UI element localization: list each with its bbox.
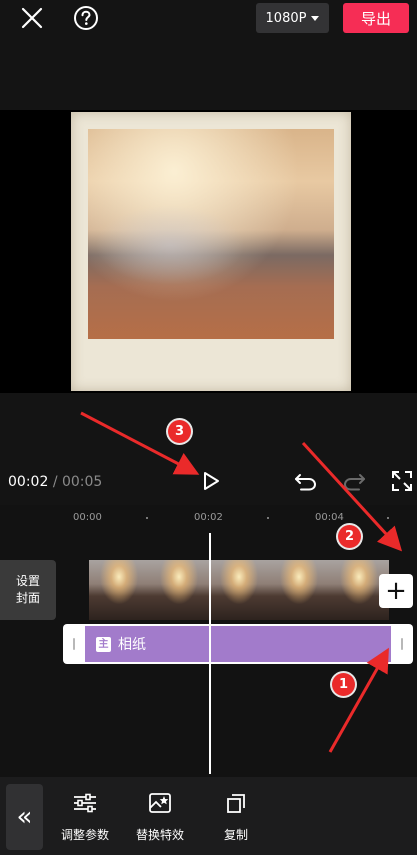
annotation-marker-2: 2 [338, 525, 361, 548]
video-clip-frame[interactable] [89, 560, 149, 620]
effect-badge-icon: 主 [96, 636, 111, 652]
set-cover-button[interactable]: 设置 封面 [0, 560, 56, 620]
effect-clip[interactable]: 主 相纸 [85, 626, 391, 662]
sliders-icon [73, 792, 97, 818]
help-icon[interactable] [73, 5, 99, 31]
playhead[interactable] [209, 533, 211, 774]
video-clip-frame[interactable] [149, 560, 209, 620]
annotation-marker-1: 1 [332, 673, 355, 696]
fullscreen-icon[interactable] [391, 470, 413, 492]
replace-effect-label: 替换特效 [135, 828, 184, 842]
caret-down-icon [311, 15, 320, 21]
ruler-dot [146, 517, 148, 519]
ruler-tick-label: 00:02 [194, 512, 223, 523]
video-clip-frame[interactable] [269, 560, 329, 620]
current-time: 00:02 [8, 474, 49, 490]
resolution-label: 1080P [265, 10, 307, 26]
copy-icon [225, 792, 247, 818]
undo-icon[interactable] [294, 470, 318, 492]
resolution-dropdown[interactable]: 1080P [256, 3, 329, 33]
add-clip-button[interactable]: + [379, 574, 413, 608]
time-separator: / [52, 474, 58, 490]
ruler-dot [267, 517, 269, 519]
adjust-params-label: 调整参数 [60, 828, 109, 842]
replace-effect-button[interactable]: 替换特效 [125, 792, 195, 843]
ruler-dot [387, 517, 389, 519]
adjust-params-button[interactable]: 调整参数 [50, 792, 120, 843]
video-clip-frame[interactable] [209, 560, 269, 620]
ruler-tick-label: 00:00 [73, 512, 102, 523]
close-icon[interactable] [20, 6, 44, 30]
export-button[interactable]: 导出 [343, 3, 409, 33]
play-icon[interactable] [200, 470, 222, 492]
set-cover-label-line2: 封面 [15, 591, 40, 605]
ruler-tick-label: 00:04 [315, 512, 344, 523]
effect-name: 相纸 [118, 637, 146, 653]
trim-handle-right[interactable] [401, 638, 403, 650]
redo-icon[interactable] [342, 470, 366, 492]
annotation-marker-3: 3 [168, 420, 191, 443]
total-time: 00:05 [61, 474, 103, 490]
photo-texture [95, 205, 245, 285]
replace-effect-icon [148, 792, 172, 818]
collapse-toolbar-button[interactable]: « [6, 784, 43, 850]
timecode: 00:02 / 00:05 [8, 474, 102, 490]
trim-handle-left[interactable] [73, 638, 75, 650]
copy-button[interactable]: 复制 [201, 792, 271, 843]
set-cover-label-line1: 设置 [15, 574, 40, 588]
copy-label: 复制 [223, 828, 248, 842]
